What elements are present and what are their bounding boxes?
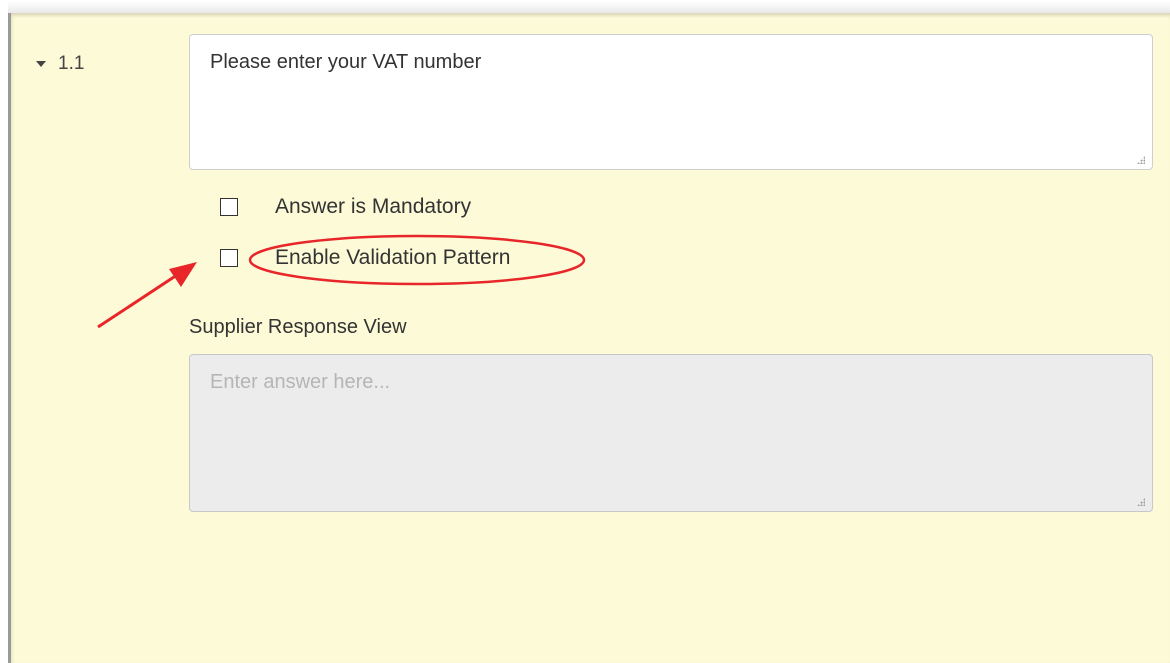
validation-pattern-label: Enable Validation Pattern xyxy=(275,246,511,269)
answer-placeholder: Enter answer here... xyxy=(210,371,391,393)
collapse-toggle-icon[interactable] xyxy=(36,61,46,67)
validation-pattern-option: Enable Validation Pattern xyxy=(220,246,511,269)
mandatory-checkbox[interactable] xyxy=(220,198,238,216)
supplier-answer-field: Enter answer here... xyxy=(189,354,1153,512)
question-number: 1.1 xyxy=(58,53,85,74)
mandatory-label: Answer is Mandatory xyxy=(275,195,472,218)
supplier-response-view-label: Supplier Response View xyxy=(189,316,407,338)
validation-pattern-checkbox[interactable] xyxy=(220,249,238,267)
question-header: 1.1 xyxy=(36,53,84,75)
question-text-input[interactable]: Please enter your VAT number xyxy=(189,34,1153,170)
question-editor: 1.1 Please enter your VAT number Answer … xyxy=(0,0,1170,663)
mandatory-option: Answer is Mandatory xyxy=(220,195,472,218)
